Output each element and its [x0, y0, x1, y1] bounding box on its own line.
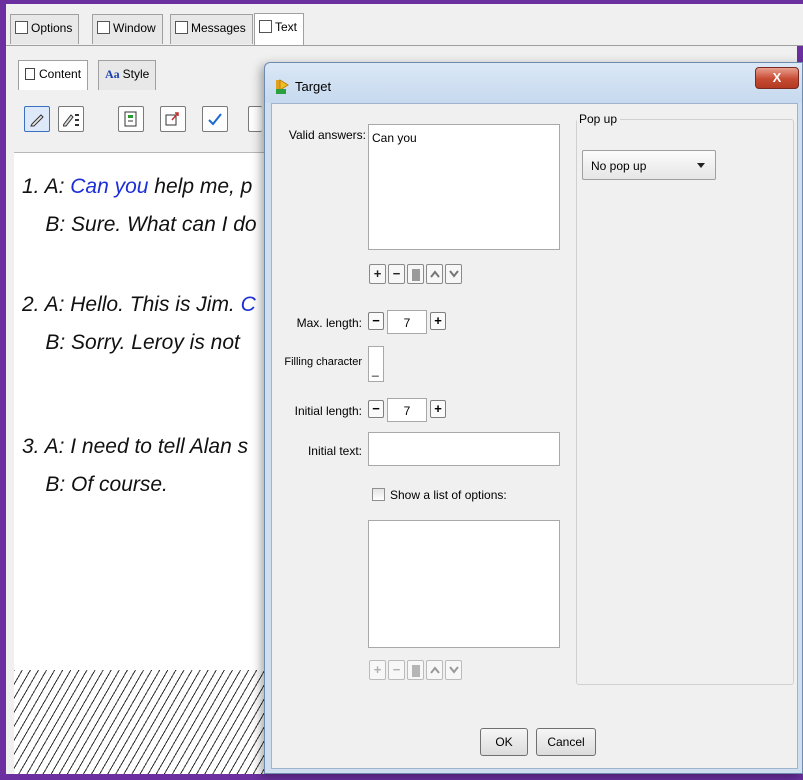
option-move-down-button[interactable] [445, 660, 462, 680]
max-length-increment[interactable]: + [430, 312, 446, 330]
check-button[interactable] [202, 106, 228, 132]
chevron-up-icon [430, 666, 440, 674]
checkmark-icon [208, 113, 222, 126]
editor-line-1a: 1. A: Can you help me, p [22, 175, 253, 198]
insert-arrow-button[interactable] [160, 106, 186, 132]
pencil-list-button[interactable] [58, 106, 84, 132]
target-highlight[interactable]: Can you [70, 175, 148, 198]
text-edit-icon [259, 20, 272, 33]
dropdown-arrow-icon [697, 163, 705, 168]
remove-option-button[interactable]: − [388, 660, 405, 680]
edit-icon [412, 269, 420, 281]
valid-answers-list[interactable]: Can you [368, 124, 560, 250]
dialog-title: Target [295, 79, 332, 94]
popup-selected-value: No pop up [591, 159, 647, 173]
text-editor[interactable]: 1. A: Can you help me, p B: Sure. What c… [14, 152, 270, 670]
window-icon [97, 21, 110, 34]
target-icon [276, 79, 289, 94]
filling-character-field[interactable]: _ [368, 346, 384, 382]
editor-line-3b: B: Of course. [22, 473, 168, 496]
add-answer-button[interactable]: + [369, 264, 386, 284]
max-length-decrement[interactable]: − [368, 312, 384, 330]
options-list-toolbar: + − [369, 660, 479, 682]
document-icon [25, 68, 35, 80]
close-button[interactable]: X [755, 67, 799, 89]
show-options-label: Show a list of options: [390, 488, 507, 502]
popup-group [576, 119, 794, 685]
edit-icon [412, 665, 420, 677]
initial-text-label: Initial text: [307, 444, 362, 458]
pencil-icon [30, 114, 44, 127]
document-green-button[interactable] [118, 106, 144, 132]
document-green-icon [124, 111, 137, 127]
filling-character-label: Filling character [284, 356, 362, 368]
options-icon [15, 21, 28, 34]
pencil-list-icon [63, 114, 79, 127]
top-tab-strip: Options Window Messages Text [6, 4, 803, 46]
tab-content[interactable]: Content [18, 60, 89, 90]
chevron-down-icon [449, 666, 459, 674]
max-length-label: Max. length: [296, 316, 362, 330]
chevron-down-icon [449, 270, 459, 278]
initial-text-field[interactable] [368, 432, 560, 466]
popup-select[interactable]: No pop up [582, 150, 716, 180]
chevron-up-icon [430, 270, 440, 278]
edit-option-button[interactable] [407, 660, 424, 680]
tab-style[interactable]: Aa Style [98, 60, 157, 90]
ok-button[interactable]: OK [480, 728, 528, 756]
target-dialog: Target X Valid answers: Can you + − Max.… [264, 62, 803, 774]
edit-answer-button[interactable] [407, 264, 424, 284]
tab-options[interactable]: Options [10, 14, 80, 44]
initial-length-decrement[interactable]: − [368, 400, 384, 418]
editor-line-2b: B: Sorry. Leroy is not [22, 331, 240, 354]
move-up-button[interactable] [426, 264, 443, 284]
more-button[interactable] [248, 106, 262, 132]
pencil-button[interactable] [24, 106, 50, 132]
answers-list-toolbar: + − [369, 264, 479, 286]
style-icon: Aa [105, 67, 120, 81]
add-option-button[interactable]: + [369, 660, 386, 680]
initial-length-label: Initial length: [294, 404, 362, 418]
insert-arrow-icon [165, 112, 179, 126]
valid-answers-label: Valid answers: [288, 128, 366, 142]
editor-toolbar [14, 92, 274, 152]
hatched-empty-area [14, 670, 270, 774]
initial-length-field[interactable]: 7 [387, 398, 427, 422]
valid-answer-item[interactable]: Can you [372, 131, 417, 145]
messages-icon [175, 21, 188, 34]
cancel-button[interactable]: Cancel [536, 728, 596, 756]
option-move-up-button[interactable] [426, 660, 443, 680]
show-options-checkbox[interactable] [372, 488, 385, 501]
options-list[interactable] [368, 520, 560, 648]
popup-group-label: Pop up [577, 112, 621, 126]
editor-line-1b: B: Sure. What can I do [22, 213, 257, 236]
editor-line-3a: 3. A: I need to tell Alan s [22, 435, 249, 458]
dialog-titlebar[interactable]: Target X [265, 63, 802, 103]
tab-messages[interactable]: Messages [170, 14, 253, 44]
dialog-body: Valid answers: Can you + − Max. length: … [271, 103, 798, 769]
editor-line-2a: 2. A: Hello. This is Jim. C [22, 293, 256, 316]
tab-window[interactable]: Window [92, 14, 163, 44]
initial-length-increment[interactable]: + [430, 400, 446, 418]
tab-text[interactable]: Text [254, 13, 305, 45]
remove-answer-button[interactable]: − [388, 264, 405, 284]
target-highlight-2[interactable]: C [241, 293, 256, 316]
move-down-button[interactable] [445, 264, 462, 284]
max-length-field[interactable]: 7 [387, 310, 427, 334]
